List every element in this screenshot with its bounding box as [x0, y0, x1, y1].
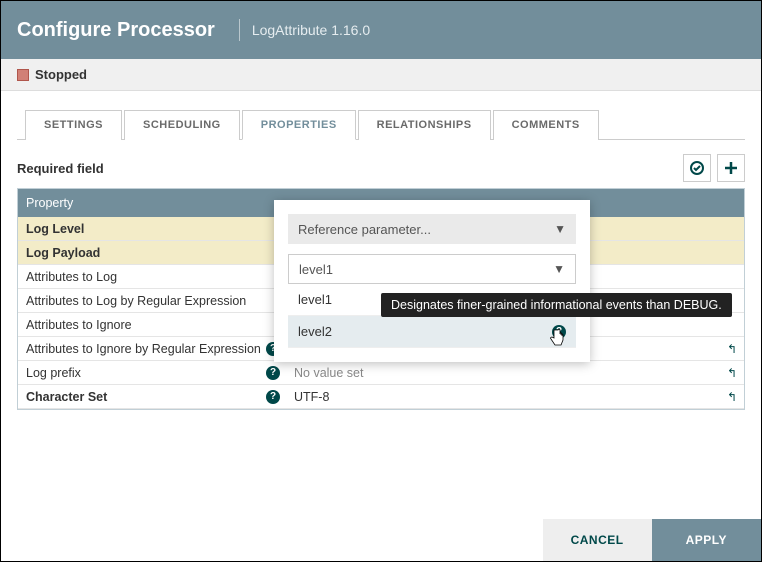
property-name-cell: Attributes to Ignore — [18, 318, 286, 332]
table-row[interactable]: Character Set?UTF-8↰ — [18, 385, 744, 409]
apply-button[interactable]: APPLY — [652, 519, 761, 561]
tab-settings[interactable]: SETTINGS — [25, 110, 122, 140]
dialog-header: Configure Processor LogAttribute 1.16.0 — [1, 1, 761, 59]
dialog-title: Configure Processor — [17, 19, 215, 42]
tooltip: Designates finer-grained informational e… — [381, 293, 732, 317]
cancel-button[interactable]: CANCEL — [543, 519, 652, 561]
stopped-icon — [17, 69, 29, 81]
tab-properties[interactable]: PROPERTIES — [242, 110, 356, 140]
option-label: level2 — [298, 324, 332, 339]
help-icon[interactable]: ? — [266, 390, 280, 404]
property-name-label: Attributes to Log by Regular Expression — [26, 294, 246, 308]
tab-comments[interactable]: COMMENTS — [493, 110, 599, 140]
property-value-cell[interactable]: UTF-8 — [286, 390, 720, 404]
property-name-cell: Log prefix? — [18, 366, 286, 380]
dropdown-option-level2[interactable]: level2 ? — [288, 316, 576, 348]
help-icon[interactable]: ? — [266, 366, 280, 380]
value-select-selected: level1 — [299, 262, 333, 277]
property-name-label: Log prefix — [26, 366, 81, 380]
status-label: Stopped — [35, 67, 87, 82]
table-row[interactable]: Log prefix?No value set↰ — [18, 361, 744, 385]
value-select[interactable]: level1 ▼ — [288, 254, 576, 284]
help-icon[interactable]: ? — [552, 325, 566, 339]
header-divider — [239, 19, 240, 41]
check-circle-icon — [689, 160, 705, 176]
goto-arrow-icon[interactable]: ↰ — [720, 366, 744, 380]
property-name-cell: Log Level — [18, 222, 286, 236]
tab-scheduling[interactable]: SCHEDULING — [124, 110, 240, 140]
dialog-footer: CANCEL APPLY — [1, 519, 761, 561]
chevron-down-icon: ▼ — [553, 262, 565, 276]
property-name-label: Log Payload — [26, 246, 100, 260]
property-name-label: Log Level — [26, 222, 84, 236]
value-editor-popover: Reference parameter... ▼ level1 ▼ level1… — [274, 200, 590, 362]
reference-parameter-label: Reference parameter... — [298, 222, 431, 237]
reference-parameter-select[interactable]: Reference parameter... ▼ — [288, 214, 576, 244]
option-label: level1 — [298, 292, 332, 307]
chevron-down-icon: ▼ — [554, 222, 566, 236]
goto-arrow-icon[interactable]: ↰ — [720, 390, 744, 404]
property-name-label: Attributes to Log — [26, 270, 117, 284]
verify-button[interactable] — [683, 154, 711, 182]
property-name-cell: Attributes to Log — [18, 270, 286, 284]
tab-bar: SETTINGS SCHEDULING PROPERTIES RELATIONS… — [17, 109, 745, 140]
property-name-label: Attributes to Ignore — [26, 318, 132, 332]
required-field-label: Required field — [17, 161, 104, 176]
property-name-cell: Character Set? — [18, 390, 286, 404]
tab-relationships[interactable]: RELATIONSHIPS — [358, 110, 491, 140]
property-name-cell: Log Payload — [18, 246, 286, 260]
property-name-label: Attributes to Ignore by Regular Expressi… — [26, 342, 261, 356]
add-property-button[interactable] — [717, 154, 745, 182]
property-name-cell: Attributes to Ignore by Regular Expressi… — [18, 342, 286, 356]
property-value-cell[interactable]: No value set — [286, 366, 720, 380]
status-bar: Stopped — [1, 59, 761, 91]
plus-icon — [724, 161, 738, 175]
processor-type-version: LogAttribute 1.16.0 — [252, 22, 370, 38]
goto-arrow-icon[interactable]: ↰ — [720, 342, 744, 356]
column-header-property: Property — [18, 196, 286, 210]
property-name-label: Character Set — [26, 390, 107, 404]
property-name-cell: Attributes to Log by Regular Expression — [18, 294, 286, 308]
